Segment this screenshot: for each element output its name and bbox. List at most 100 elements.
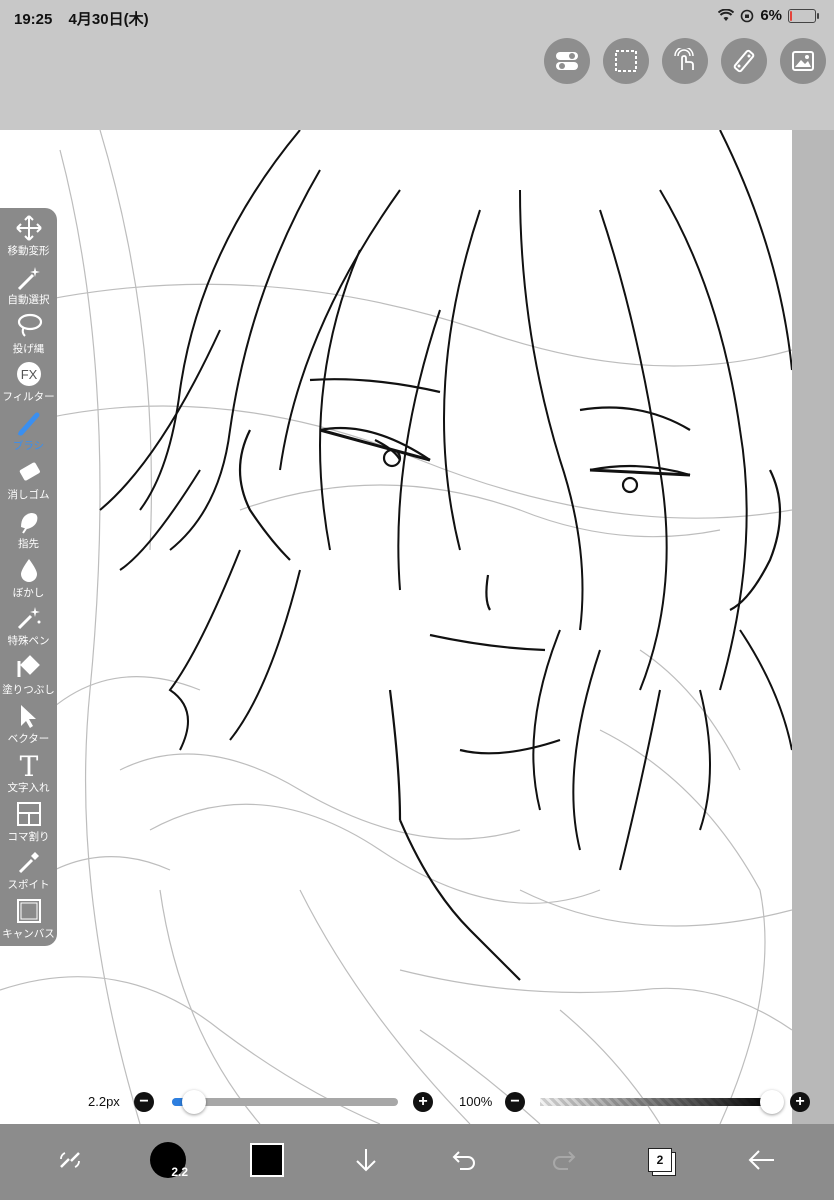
tool-label: 移動変形: [7, 245, 50, 257]
orientation-lock-icon: [741, 9, 754, 22]
lasso-icon: [17, 313, 42, 337]
battery-icon: [788, 8, 819, 23]
arrow-left-icon: [748, 1150, 774, 1170]
download-button[interactable]: [342, 1136, 390, 1184]
ruler-button[interactable]: [721, 38, 767, 84]
battery-percent: 6%: [760, 7, 782, 24]
battery-level: [790, 10, 792, 21]
tool-vector[interactable]: ベクター: [0, 702, 57, 751]
toggle-icon: [556, 52, 578, 70]
size-minus-button[interactable]: −: [134, 1092, 154, 1112]
magic-wand-icon: [17, 266, 40, 290]
fill-icon: [17, 655, 40, 678]
brush-size-badge: 2.2: [171, 1165, 188, 1179]
opacity-minus-button[interactable]: −: [505, 1092, 525, 1112]
selection-button[interactable]: [603, 38, 649, 84]
status-time: 19:25: [14, 11, 53, 28]
tool-fx[interactable]: FX フィルター: [0, 360, 57, 409]
tool-canvas[interactable]: キャンバス: [0, 897, 57, 946]
move-icon: [15, 215, 42, 241]
vector-icon: [20, 704, 36, 728]
brush-size-button[interactable]: 2.2: [144, 1136, 192, 1184]
canvas-icon: [16, 899, 41, 924]
status-right: 6%: [718, 7, 819, 24]
arrow-down-icon: [356, 1149, 376, 1172]
undo-button[interactable]: [440, 1136, 488, 1184]
tool-brush[interactable]: ブラシ: [0, 409, 57, 458]
svg-text:T: T: [19, 751, 38, 779]
brush-size-preview: 2.2: [150, 1142, 188, 1179]
tool-frame-divider[interactable]: コマ割り: [0, 800, 57, 849]
tool-special-pen[interactable]: 特殊ペン: [0, 604, 57, 653]
opacity-plus-button[interactable]: +: [790, 1092, 810, 1112]
brush-size-label: 2.2px: [88, 1094, 120, 1109]
opacity-slider[interactable]: [540, 1098, 772, 1106]
quick-switch-button[interactable]: [46, 1136, 94, 1184]
tool-eyedropper[interactable]: スポイト: [0, 848, 57, 897]
tool-label: ぼかし: [12, 586, 45, 599]
tool-text[interactable]: T 文字入れ: [0, 751, 57, 800]
fx-icon: FX: [16, 362, 41, 387]
redo-button[interactable]: [540, 1136, 588, 1184]
opacity-label: 100%: [459, 1094, 493, 1109]
gesture-button[interactable]: [662, 38, 708, 84]
line-art: [0, 130, 792, 1124]
tool-label: ベクター: [7, 732, 50, 745]
toggle-button[interactable]: [544, 38, 590, 84]
tool-move[interactable]: 移動変形: [0, 214, 57, 263]
frame-divider-icon: [16, 801, 41, 826]
eraser-icon: [19, 462, 40, 481]
tool-blur[interactable]: ぼかし: [0, 556, 57, 605]
color-button[interactable]: [243, 1136, 291, 1184]
tool-label: コマ割り: [7, 830, 50, 843]
tool-label: 指先: [18, 537, 39, 550]
slider-row: 2.2px − + 100% − +: [0, 1086, 834, 1118]
brush-icon: [17, 412, 39, 436]
tool-label: 自動選択: [7, 293, 50, 306]
text-icon: T: [19, 751, 38, 779]
tool-lasso[interactable]: 投げ縄: [0, 312, 57, 361]
opacity-knob[interactable]: [760, 1090, 784, 1114]
size-plus-button[interactable]: +: [413, 1092, 433, 1112]
tool-label: 特殊ペン: [7, 635, 50, 648]
tool-label: キャンバス: [2, 928, 55, 941]
quick-switch-icon: [60, 1152, 80, 1168]
layers-button[interactable]: 2: [636, 1136, 684, 1184]
smudge-icon: [20, 512, 37, 534]
ruler-icon: [733, 49, 755, 73]
bottom-bar: 2.2 2: [0, 1124, 834, 1200]
layer-count: 2: [648, 1148, 672, 1172]
tool-label: スポイト: [7, 879, 50, 892]
gesture-icon: [674, 48, 694, 70]
tool-label: 塗りつぶし: [2, 684, 55, 697]
back-button[interactable]: [738, 1136, 786, 1184]
status-bar: 19:25 4月30日(木) 6%: [0, 0, 834, 34]
tool-label: 文字入れ: [7, 781, 50, 794]
tool-fill[interactable]: 塗りつぶし: [0, 653, 57, 702]
tool-label: 投げ縄: [12, 342, 45, 355]
eyedropper-icon: [18, 852, 39, 874]
status-date: 4月30日(木): [68, 11, 149, 28]
tool-label: ブラシ: [12, 440, 45, 453]
tool-magic-wand[interactable]: 自動選択: [0, 263, 57, 312]
selection-icon: [615, 50, 637, 72]
material-icon: [792, 51, 814, 71]
brush-size-knob[interactable]: [181, 1090, 206, 1114]
tool-label: 消しゴム: [7, 488, 50, 501]
current-color-swatch: [250, 1143, 284, 1177]
svg-text:FX: FX: [20, 367, 37, 382]
tool-sidebar: 移動変形自動選択投げ縄 FX フィルターブラシ消しゴム指先ぼかし特殊ペン塗りつぶしベ…: [0, 208, 57, 946]
redo-icon: [553, 1151, 576, 1170]
brush-size-slider[interactable]: [172, 1098, 398, 1106]
blur-icon: [20, 558, 37, 582]
tool-smudge[interactable]: 指先: [0, 507, 57, 556]
top-toolbar: [544, 38, 826, 84]
material-button[interactable]: [780, 38, 826, 84]
canvas-margin: [792, 130, 834, 1124]
tool-eraser[interactable]: 消しゴム: [0, 458, 57, 507]
tool-label: フィルター: [2, 391, 55, 404]
special-pen-icon: [17, 607, 40, 630]
drawing-canvas[interactable]: [0, 130, 792, 1124]
undo-icon: [452, 1151, 475, 1170]
wifi-icon: [718, 9, 735, 21]
